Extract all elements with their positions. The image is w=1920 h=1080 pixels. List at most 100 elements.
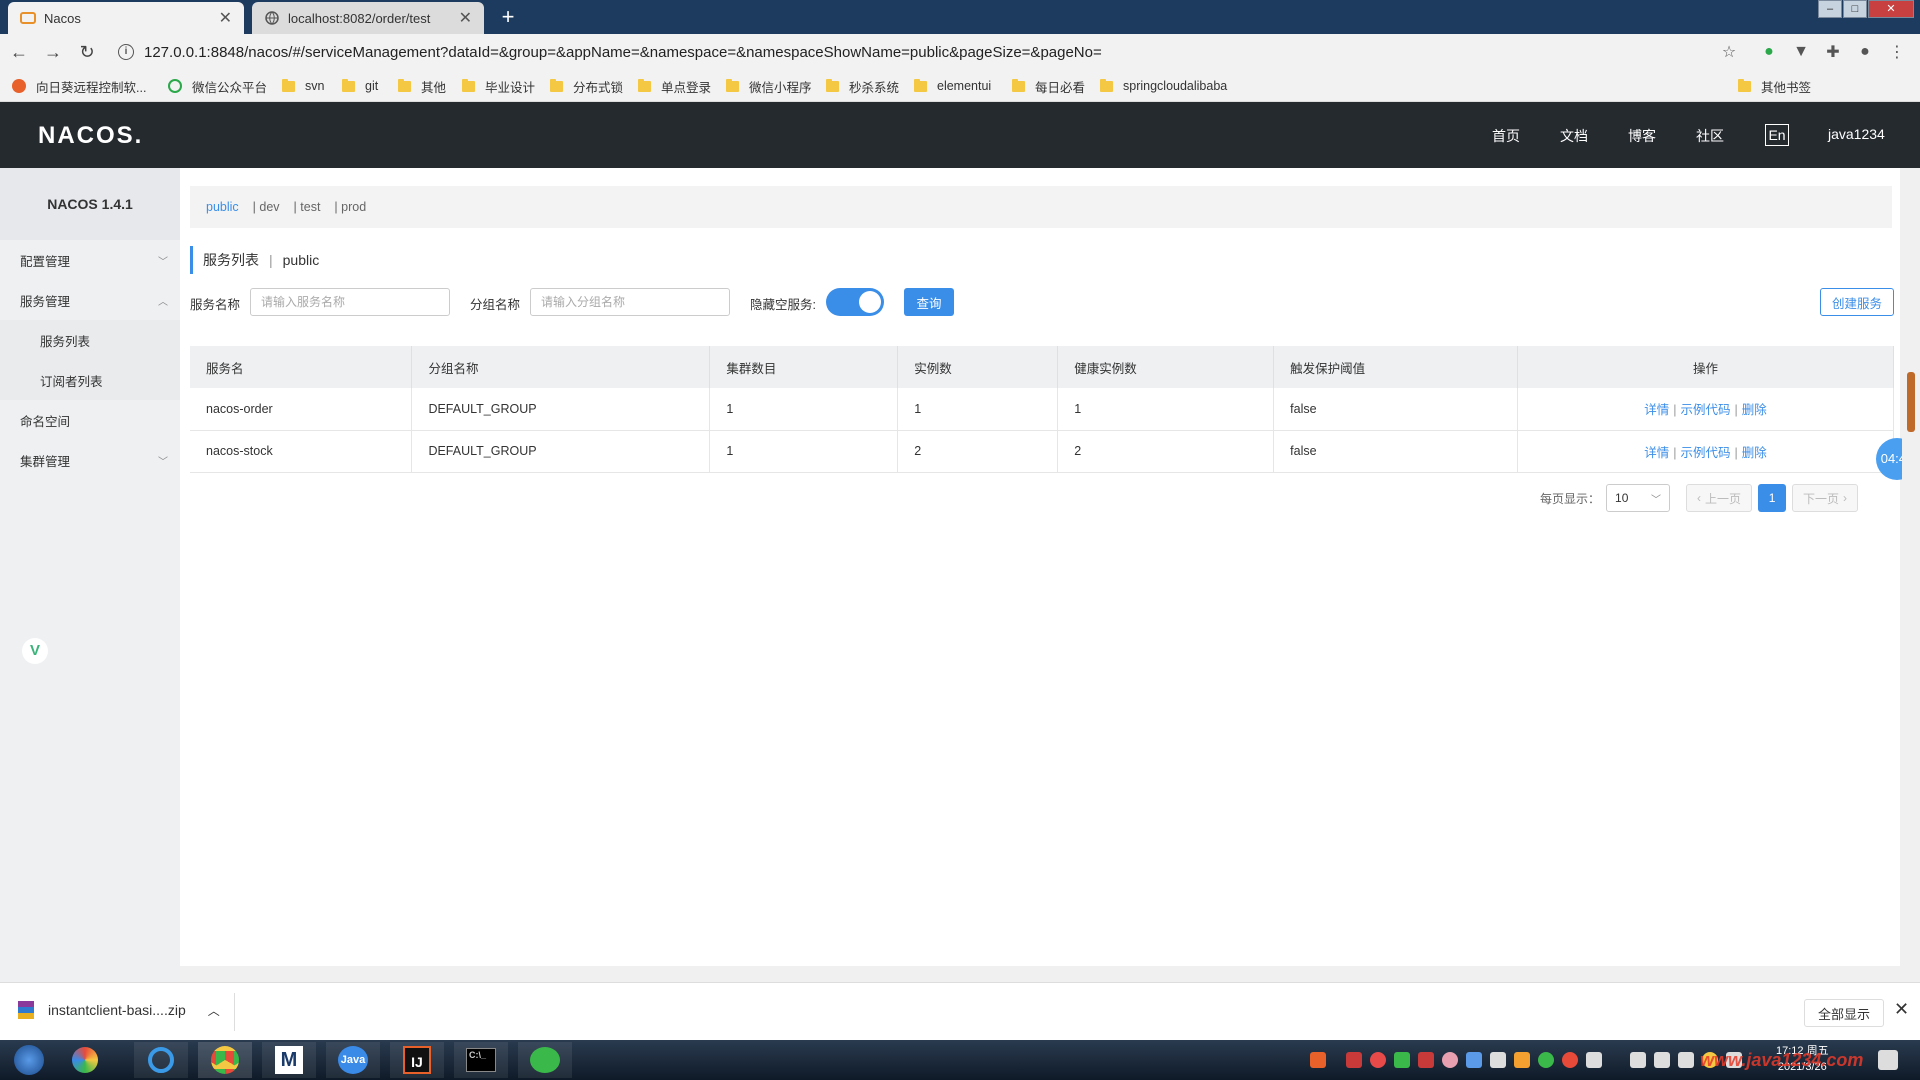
tray-app-icon[interactable] xyxy=(1586,1052,1602,1068)
tray-app-icon[interactable] xyxy=(1442,1052,1458,1068)
sidebar-item-config-management[interactable]: 配置管理 ﹀ xyxy=(0,240,180,280)
language-switch[interactable]: En xyxy=(1765,124,1789,146)
puzzle-icon[interactable]: ✚ xyxy=(1822,41,1844,63)
maximize-icon[interactable]: □ xyxy=(1843,0,1867,18)
tray-wechat-icon[interactable] xyxy=(1538,1052,1554,1068)
tray-weibo-icon[interactable] xyxy=(1562,1052,1578,1068)
bookmark-folder[interactable]: 其他 xyxy=(398,76,446,96)
extension-check-icon[interactable]: ● xyxy=(1758,41,1780,63)
download-item[interactable]: instantclient-basi....zip ︿ xyxy=(18,1001,220,1019)
bookmark-item[interactable]: 微信公众平台 xyxy=(168,76,267,96)
info-icon[interactable]: i xyxy=(118,44,134,60)
volume-icon[interactable] xyxy=(1678,1052,1694,1068)
bookmark-folder-other[interactable]: 其他书签 xyxy=(1738,76,1811,96)
scrollbar-thumb[interactable] xyxy=(1907,372,1915,432)
page-size-select[interactable]: 10 ﹀ xyxy=(1606,484,1671,512)
vue-devtools-icon[interactable]: V xyxy=(22,638,48,664)
namespace-prod[interactable]: | prod xyxy=(334,200,366,214)
java-icon[interactable]: Java xyxy=(326,1042,380,1078)
next-page-button[interactable]: 下一页 › xyxy=(1792,484,1859,512)
reload-icon[interactable]: ↻ xyxy=(72,37,102,67)
namespace-dev[interactable]: | dev xyxy=(253,200,280,214)
user-name[interactable]: java1234 xyxy=(1828,126,1885,142)
show-all-button[interactable]: 全部显示 xyxy=(1804,999,1884,1027)
hide-empty-label: 隐藏空服务: xyxy=(750,298,816,312)
profile-icon[interactable]: ● xyxy=(1854,41,1876,63)
nav-docs[interactable]: 文档 xyxy=(1560,126,1588,146)
tab-order-test[interactable]: localhost:8082/order/test ✕ xyxy=(252,2,484,34)
prev-page-button[interactable]: ‹ 上一页 xyxy=(1686,484,1753,512)
bookmark-folder[interactable]: 秒杀系统 xyxy=(826,76,899,96)
tray-app-icon[interactable] xyxy=(1514,1052,1530,1068)
sidebar-item-service-list[interactable]: 服务列表 xyxy=(0,320,180,360)
bookmark-folder[interactable]: svn xyxy=(282,76,324,96)
typora-icon[interactable]: M xyxy=(262,1042,316,1078)
chrome-icon[interactable] xyxy=(198,1042,252,1078)
wechat-icon[interactable] xyxy=(518,1042,572,1078)
bookmark-folder[interactable]: elementui xyxy=(914,76,991,96)
tray-app-icon[interactable] xyxy=(1654,1052,1670,1068)
sidebar-item-namespace[interactable]: 命名空间 xyxy=(0,400,180,440)
bookmark-folder[interactable]: git xyxy=(342,76,378,96)
query-button[interactable]: 查询 xyxy=(904,288,954,316)
group-name-input[interactable] xyxy=(530,288,730,316)
tray-app-icon[interactable] xyxy=(1370,1052,1386,1068)
forward-icon[interactable]: → xyxy=(38,37,68,67)
namespace-test[interactable]: | test xyxy=(294,200,321,214)
minimize-icon[interactable]: – xyxy=(1818,0,1842,18)
bookmark-folder[interactable]: springcloudalibaba xyxy=(1100,76,1227,96)
new-tab-button[interactable]: + xyxy=(494,6,522,30)
column-header: 集群数目 xyxy=(709,346,899,388)
bookmark-folder[interactable]: 毕业设计 xyxy=(462,76,535,96)
bookmark-folder[interactable]: 微信小程序 xyxy=(726,76,812,96)
bookmark-item[interactable]: 向日葵远程控制软... xyxy=(12,76,146,96)
nav-community[interactable]: 社区 xyxy=(1696,126,1724,146)
nav-blog[interactable]: 博客 xyxy=(1628,126,1656,146)
close-icon[interactable]: ✕ xyxy=(459,8,472,28)
hide-empty-toggle[interactable] xyxy=(826,288,884,316)
bookmark-folder[interactable]: 每日必看 xyxy=(1012,76,1085,96)
nacos-logo[interactable]: NACOS. xyxy=(38,122,143,150)
sample-code-link[interactable]: 示例代码 xyxy=(1681,403,1731,417)
bookmark-folder[interactable]: 单点登录 xyxy=(638,76,711,96)
delete-link[interactable]: 删除 xyxy=(1742,446,1767,460)
service-name-input[interactable] xyxy=(250,288,450,316)
tray-app-icon[interactable] xyxy=(1490,1052,1506,1068)
sidebar-item-service-management[interactable]: 服务管理 ︿ xyxy=(0,280,180,320)
back-icon[interactable]: ← xyxy=(4,37,34,67)
app-switcher-icon[interactable] xyxy=(58,1042,112,1078)
tray-wps-icon[interactable] xyxy=(1346,1052,1362,1068)
tab-nacos[interactable]: Nacos ✕ xyxy=(8,2,244,34)
nav-home[interactable]: 首页 xyxy=(1492,126,1520,146)
sample-code-link[interactable]: 示例代码 xyxy=(1681,446,1731,460)
start-icon[interactable] xyxy=(2,1042,56,1078)
horizontal-scrollbar[interactable] xyxy=(180,966,1902,982)
window-close-icon[interactable]: ✕ xyxy=(1868,0,1914,18)
url-bar[interactable]: i 127.0.0.1:8848/nacos/#/serviceManageme… xyxy=(110,38,1750,66)
detail-link[interactable]: 详情 xyxy=(1644,446,1669,460)
bookmark-folder[interactable]: 分布式锁 xyxy=(550,76,623,96)
namespace-public[interactable]: public xyxy=(206,200,239,214)
intellij-icon[interactable]: IJ xyxy=(390,1042,444,1078)
tray-app-icon[interactable] xyxy=(1466,1052,1482,1068)
browser-q-icon[interactable] xyxy=(134,1042,188,1078)
extension-v-icon[interactable]: ▼ xyxy=(1790,41,1812,63)
page-number-button[interactable]: 1 xyxy=(1758,484,1787,512)
tray-shield-icon[interactable] xyxy=(1394,1052,1410,1068)
tray-app-icon[interactable] xyxy=(1630,1052,1646,1068)
close-icon[interactable]: ✕ xyxy=(1894,999,1909,1020)
chevron-up-icon[interactable]: ︿ xyxy=(208,1002,220,1019)
tray-sogou-icon[interactable] xyxy=(1310,1052,1326,1068)
create-service-button[interactable]: 创建服务 xyxy=(1820,288,1894,316)
detail-link[interactable]: 详情 xyxy=(1644,403,1669,417)
sidebar-item-subscriber-list[interactable]: 订阅者列表 xyxy=(0,360,180,400)
delete-link[interactable]: 删除 xyxy=(1742,403,1767,417)
show-desktop-icon[interactable] xyxy=(1878,1050,1898,1070)
more-icon[interactable]: ⋮ xyxy=(1886,41,1908,63)
close-icon[interactable]: ✕ xyxy=(219,8,232,28)
terminal-icon[interactable]: C:\_ xyxy=(454,1042,508,1078)
sidebar-item-cluster-management[interactable]: 集群管理 ﹀ xyxy=(0,440,180,480)
vertical-scrollbar[interactable] xyxy=(1902,168,1920,968)
star-icon[interactable]: ☆ xyxy=(1718,41,1740,63)
tray-app-icon[interactable] xyxy=(1418,1052,1434,1068)
